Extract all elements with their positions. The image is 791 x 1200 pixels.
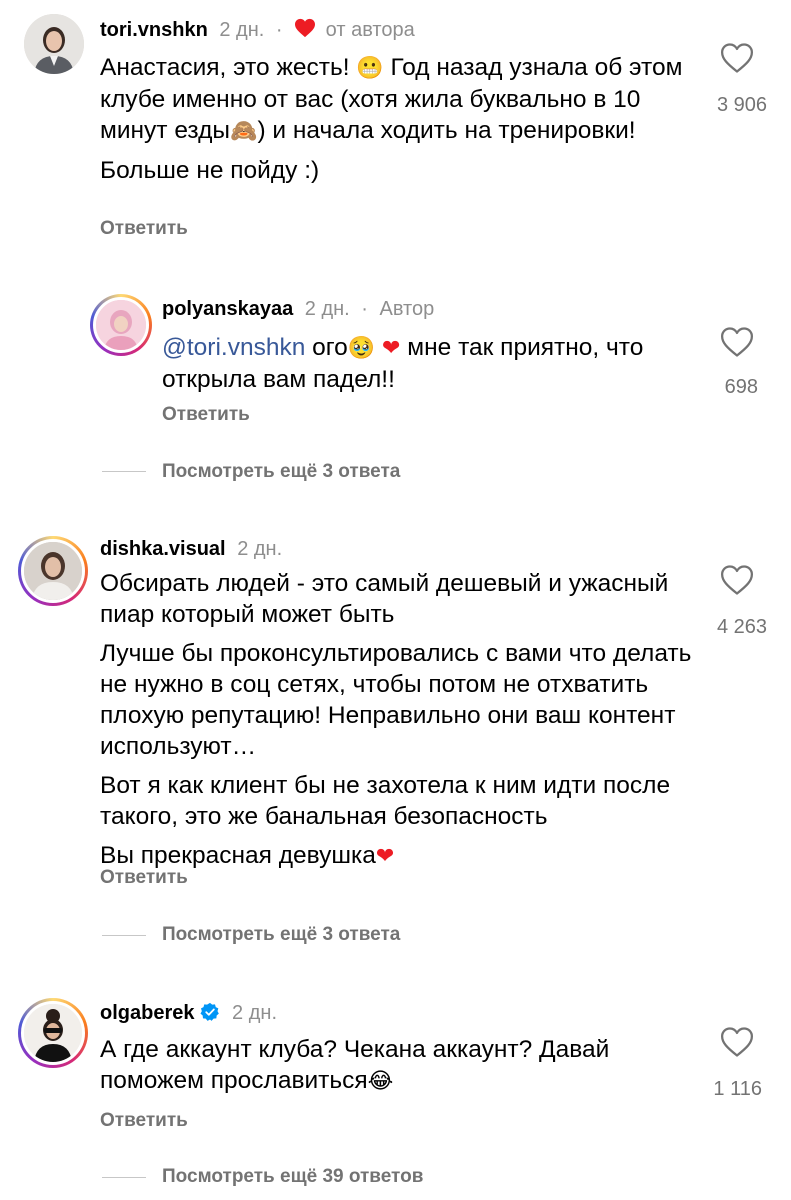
comment-text: @tori.vnshkn ого🥹 ❤ мне так приятно, что… xyxy=(162,332,682,403)
comment-text: Анастасия, это жесть! 😬 Год назад узнала… xyxy=(100,52,700,194)
red-heart-emoji: ❤ xyxy=(375,844,395,869)
like-count: 698 xyxy=(724,376,758,398)
comment-paragraph: А где аккаунт клуба? Чекана аккаунт? Дав… xyxy=(100,1036,610,1094)
mention-link[interactable]: @tori.vnshkn xyxy=(162,334,305,361)
view-more-replies-button[interactable]: Посмотреть ещё 3 ответа xyxy=(162,461,400,483)
avatar[interactable] xyxy=(18,536,88,606)
avatar[interactable] xyxy=(24,14,84,74)
avatar-photo xyxy=(93,297,149,353)
comment-paragraph: Вот я как клиент бы не захотела к ним ид… xyxy=(100,772,671,830)
avatar[interactable] xyxy=(18,998,88,1068)
comment-paragraph: @tori.vnshkn ого🥹 ❤ мне так приятно, что… xyxy=(162,334,644,393)
heart-outline-icon[interactable] xyxy=(720,326,754,358)
like-count: 3 906 xyxy=(716,94,767,116)
comment-paragraph: Анастасия, это жесть! 😬 Год назад узнала… xyxy=(100,54,683,144)
comment-paragraph: Лучше бы проконсультировались с вами что… xyxy=(100,640,692,760)
username[interactable]: tori.vnshkn xyxy=(100,19,208,41)
tears-of-joy-emoji: 😂 xyxy=(367,1069,394,1094)
timestamp: 2 дн. xyxy=(219,19,265,41)
liked-by-author-heart-icon xyxy=(294,18,316,44)
liked-by-author-label: от автора xyxy=(325,19,415,41)
divider-line xyxy=(102,471,146,472)
avatar-photo xyxy=(21,1001,85,1065)
reply-button[interactable]: Ответить xyxy=(162,404,250,426)
username[interactable]: olgaberek xyxy=(100,1002,194,1024)
reply-button[interactable]: Ответить xyxy=(100,1110,188,1132)
heart-outline-icon[interactable] xyxy=(720,1026,754,1058)
comment-header: dishka.visual 2 дн. xyxy=(100,538,282,561)
comment-text: А где аккаунт клуба? Чекана аккаунт? Дав… xyxy=(100,1034,700,1105)
timestamp: 2 дн. xyxy=(232,1002,277,1024)
comment-text: Обсирать людей - это самый дешевый и ужа… xyxy=(100,568,700,880)
separator-dot: · xyxy=(361,298,368,320)
verified-badge-icon xyxy=(200,1002,220,1028)
grimace-emoji: 😬 xyxy=(356,56,384,81)
red-heart-emoji: ❤ xyxy=(382,336,401,361)
timestamp: 2 дн. xyxy=(237,538,283,560)
see-no-evil-monkey-emoji: 🙈 xyxy=(230,119,258,144)
comment-paragraph: Больше не пойду :) xyxy=(100,157,320,184)
avatar[interactable] xyxy=(90,294,152,356)
author-tag: Автор xyxy=(379,298,435,320)
like-count: 1 116 xyxy=(713,1078,762,1100)
username[interactable]: dishka.visual xyxy=(100,538,226,560)
heart-outline-icon[interactable] xyxy=(720,564,754,596)
comment-header: tori.vnshkn 2 дн. · от автора xyxy=(100,18,415,44)
comment-header: olgaberek 2 дн. xyxy=(100,1002,277,1028)
comment-header: polyanskayaa 2 дн. · Автор xyxy=(162,298,434,321)
heart-outline-icon[interactable] xyxy=(720,42,754,74)
separator-dot: · xyxy=(275,19,283,41)
avatar-photo xyxy=(24,14,84,74)
avatar-photo xyxy=(21,539,85,603)
comment-paragraph: Вы прекрасная девушка❤ xyxy=(100,842,395,869)
view-more-replies-button[interactable]: Посмотреть ещё 3 ответа xyxy=(162,924,400,946)
view-more-replies-button[interactable]: Посмотреть ещё 39 ответов xyxy=(162,1166,423,1188)
divider-line xyxy=(102,935,146,936)
reply-button[interactable]: Ответить xyxy=(100,218,188,240)
comment-paragraph: Обсирать людей - это самый дешевый и ужа… xyxy=(100,570,669,628)
divider-line xyxy=(102,1177,146,1178)
like-count: 4 263 xyxy=(716,616,767,638)
reply-button[interactable]: Ответить xyxy=(100,867,188,889)
pleading-face-emoji: 🥹 xyxy=(347,336,376,361)
timestamp: 2 дн. xyxy=(304,298,350,320)
username[interactable]: polyanskayaa xyxy=(162,298,293,320)
